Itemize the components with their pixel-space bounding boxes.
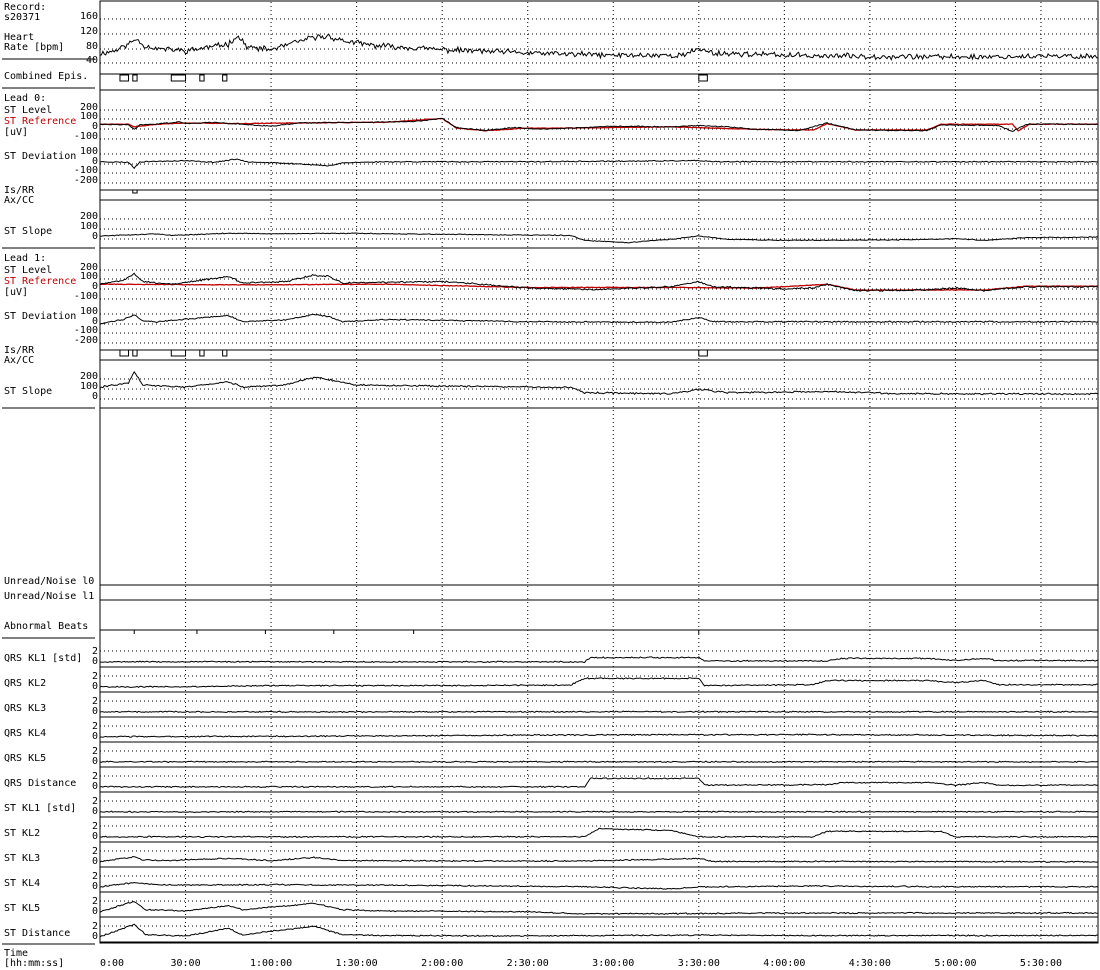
lead1-st-deviation-label: ST Deviation <box>4 311 76 322</box>
kl-panel-label-qrs-kl3: QRS KL3 <box>4 703 46 714</box>
kl-trace-qrs-kl4 <box>100 733 1099 738</box>
combined-episodes-label: Combined Epis. <box>4 71 88 82</box>
lead1-st-deviation-trace <box>99 313 1099 325</box>
lead1-st-slope-label: ST Slope <box>4 386 52 397</box>
time-tick-label: 0:00 <box>100 958 124 969</box>
time-tick-label: 4:00:00 <box>763 958 805 969</box>
kl-trace-st-kl5 <box>99 901 1099 915</box>
kl-panel-label-st-kl5: ST KL5 <box>4 903 40 914</box>
kl-trace-qrs-kl2 <box>99 677 1099 689</box>
hr-tick-label: 80 <box>86 41 98 52</box>
time-tick-label: 3:00:00 <box>592 958 634 969</box>
lead0-episode-marker <box>132 189 138 194</box>
kl-trace-qrs-distance <box>99 777 1099 789</box>
kl-trace-st-kl2 <box>99 827 1099 839</box>
time-tick-label: 1:30:00 <box>336 958 378 969</box>
lead1-st-slope-trace <box>99 370 1099 396</box>
kl-tick-label: 0 <box>92 781 98 792</box>
unread-noise-l1-label: Unread/Noise l1 <box>4 591 94 602</box>
lead0-st-level-tick: -100 <box>74 131 98 142</box>
lead1-st-level-label: ST Level <box>4 265 52 276</box>
kl-tick-label: 0 <box>92 856 98 867</box>
time-tick-label: 1:00:00 <box>250 958 292 969</box>
unread-noise-l0-label: Unread/Noise l0 <box>4 576 94 587</box>
kl-panel-label-qrs-kl4: QRS KL4 <box>4 728 46 739</box>
hr-label-line2: Rate [bpm] <box>4 42 64 53</box>
kl-tick-label: 0 <box>92 831 98 842</box>
combined-episode-marker <box>170 74 187 82</box>
kl-panel-label-qrs-kl2: QRS KL2 <box>4 678 46 689</box>
time-tick-label: 30:00 <box>170 958 200 969</box>
lead1-episode-marker <box>170 349 187 357</box>
kl-tick-label: 0 <box>92 681 98 692</box>
combined-episode-marker <box>119 74 130 82</box>
record-id: s20371 <box>4 12 40 23</box>
lead1-st-level-trace <box>99 272 1099 292</box>
lead1-ax-cc-label: Ax/CC <box>4 355 34 366</box>
kl-panel-label-st-kl1-std: ST KL1 [std] <box>4 803 76 814</box>
kl-tick-label: 0 <box>92 656 98 667</box>
abnormal-beats-label: Abnormal Beats <box>4 621 88 632</box>
lead0-st-deviation-label: ST Deviation <box>4 151 76 162</box>
kl-trace-qrs-kl5 <box>99 760 1099 764</box>
lead1-st-level-tick: -100 <box>74 291 98 302</box>
kl-panel-label-st-distance: ST Distance <box>4 928 70 939</box>
kl-tick-label: 0 <box>92 881 98 892</box>
lead0-st-slope-tick: 0 <box>92 231 98 242</box>
lead0-st-deviation-tick: -200 <box>74 175 98 186</box>
lead1-episode-marker <box>119 349 130 357</box>
kl-trace-st-kl1-std <box>99 810 1099 814</box>
lead0-st-slope-label: ST Slope <box>4 226 52 237</box>
time-tick-label: 2:30:00 <box>507 958 549 969</box>
lead0-st-level-trace <box>99 117 1099 133</box>
kl-tick-label: 0 <box>92 806 98 817</box>
time-tick-label: 4:30:00 <box>849 958 891 969</box>
kl-tick-label: 0 <box>92 731 98 742</box>
lead0-st-reference-label: ST Reference <box>4 116 76 127</box>
lead0-st-unit-label: [uV] <box>4 127 28 138</box>
combined-episode-marker <box>698 74 708 82</box>
time-tick-label: 3:30:00 <box>678 958 720 969</box>
kl-tick-label: 0 <box>92 756 98 767</box>
kl-trace-qrs-kl1-std <box>100 656 1099 664</box>
time-tick-label: 5:30:00 <box>1020 958 1062 969</box>
combined-episode-marker <box>132 74 138 82</box>
heart-rate-trace <box>99 34 1099 62</box>
plot-frame <box>99 0 1099 944</box>
lead1-episode-marker <box>698 349 708 357</box>
kl-panel-label-qrs-distance: QRS Distance <box>4 778 76 789</box>
kl-panel-label-st-kl3: ST KL3 <box>4 853 40 864</box>
ecg-trend-chart: Record: s20371 Heart Rate [bpm] 160 120 … <box>2 0 1099 969</box>
kl-trace-qrs-kl3 <box>99 710 1099 714</box>
lead1-episode-marker <box>132 349 138 357</box>
lead0-st-slope-trace <box>99 232 1099 244</box>
combined-episode-marker <box>199 74 205 82</box>
lead1-st-slope-tick: 0 <box>92 391 98 402</box>
kl-panel-label-st-kl2: ST KL2 <box>4 828 40 839</box>
kl-tick-label: 0 <box>92 706 98 717</box>
lead1-label: Lead 1: <box>4 253 46 264</box>
kl-tick-label: 0 <box>92 931 98 942</box>
hr-tick-label: 120 <box>80 26 98 37</box>
kl-trace-st-kl4 <box>99 881 1099 890</box>
kl-panel-label-qrs-kl1-std: QRS KL1 [std] <box>4 653 82 664</box>
hr-tick-label: 40 <box>86 55 98 66</box>
lead1-st-deviation-tick: -200 <box>74 335 98 346</box>
time-tick-label: 5:00:00 <box>934 958 976 969</box>
lead1-st-reference-label: ST Reference <box>4 276 76 287</box>
kl-panel-label-qrs-kl5: QRS KL5 <box>4 753 46 764</box>
lead1-episode-marker <box>222 349 228 357</box>
lead1-st-unit-label: [uV] <box>4 287 28 298</box>
lead0-ax-cc-label: Ax/CC <box>4 195 34 206</box>
time-axis-label-line2: [hh:mm:ss] <box>4 958 64 969</box>
lead0-st-level-label: ST Level <box>4 105 52 116</box>
kl-tick-label: 0 <box>92 906 98 917</box>
lead1-episode-marker <box>199 349 205 357</box>
lead0-label: Lead 0: <box>4 93 46 104</box>
hr-tick-label: 160 <box>80 11 98 22</box>
kl-trace-st-kl3 <box>99 855 1099 864</box>
time-tick-label: 2:00:00 <box>421 958 463 969</box>
combined-episode-marker <box>222 74 228 82</box>
kl-panel-label-st-kl4: ST KL4 <box>4 878 40 889</box>
